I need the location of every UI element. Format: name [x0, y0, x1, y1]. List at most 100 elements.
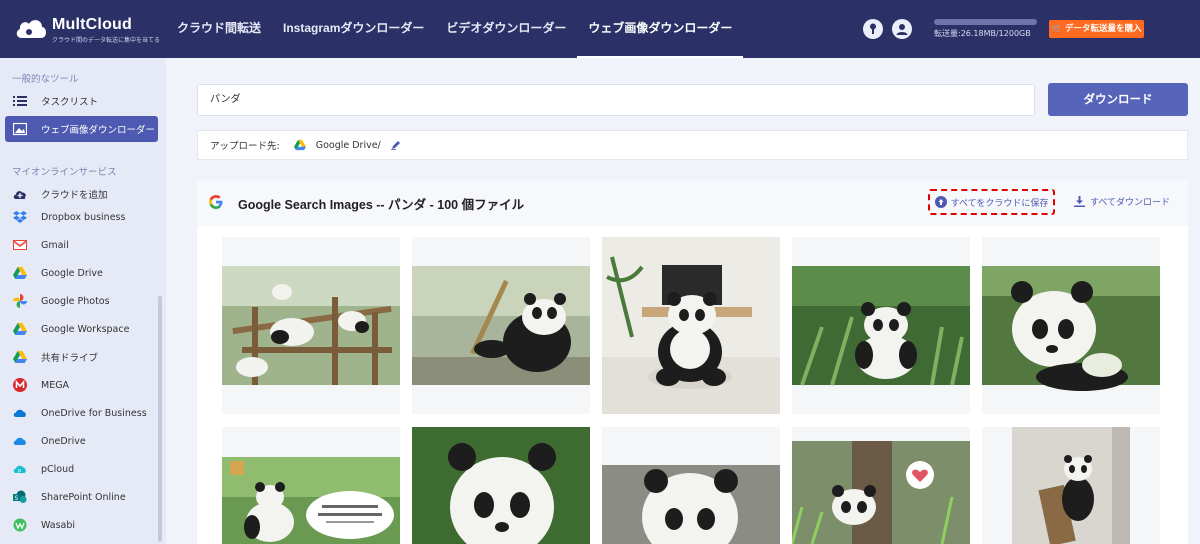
panda-photo	[792, 266, 970, 386]
sidebar-item-label: タスクリスト	[41, 97, 99, 108]
search-input[interactable]: パンダ	[197, 84, 1035, 116]
sidebar-item-sharepoint[interactable]: S SharePoint Online	[5, 484, 158, 510]
sidebar-item-label: クラウドを追加	[41, 190, 108, 201]
sidebar: 一般的なツール タスクリスト ウェブ画像ダウンローダー マイオンラインサービス …	[0, 58, 166, 544]
user-avatar-icon[interactable]	[892, 19, 912, 39]
image-card[interactable]	[222, 427, 400, 544]
save-all-to-cloud-button[interactable]: すべてをクラウドに保存	[928, 189, 1055, 215]
svg-text:p: p	[18, 468, 21, 474]
cloud-upload-icon	[934, 196, 947, 208]
nav-cloud-transfer[interactable]: クラウド間転送	[166, 0, 272, 58]
image-card[interactable]	[792, 237, 970, 414]
edit-pencil-icon[interactable]	[390, 140, 401, 150]
google-workspace-icon	[13, 322, 27, 336]
google-drive-icon	[13, 266, 27, 280]
sidebar-item-label: Wasabi	[41, 519, 76, 531]
image-card[interactable]	[982, 427, 1160, 544]
usage-text: 転送量:26.18MB/1200GB	[934, 29, 1031, 38]
onedrive-icon	[13, 434, 27, 448]
google-drive-icon	[293, 139, 306, 151]
top-header: MultCloud クラウド間のデータ転送に集中を当てる クラウド間転送 Ins…	[0, 0, 1200, 58]
dropbox-icon	[13, 210, 27, 224]
google-photos-icon	[13, 294, 27, 308]
nav-web-image-downloader[interactable]: ウェブ画像ダウンローダー	[577, 0, 744, 58]
usage-progress-bar	[934, 19, 1037, 25]
nav-video-downloader[interactable]: ビデオダウンローダー	[435, 0, 577, 58]
google-g-icon	[209, 195, 223, 209]
sidebar-item-label: Google Photos	[41, 295, 110, 307]
sidebar-item-label: OneDrive for Business	[41, 407, 147, 419]
download-all-label: すべてダウンロード	[1090, 198, 1171, 208]
panda-photo	[222, 457, 400, 544]
logo-cloud-icon	[16, 20, 46, 38]
image-card[interactable]	[602, 427, 780, 544]
results-title: Google Search Images -- パンダ - 100 個ファイル	[238, 198, 525, 212]
sidebar-item-wasabi[interactable]: Wasabi	[5, 512, 158, 538]
sidebar-item-task-list[interactable]: タスクリスト	[5, 88, 158, 114]
shared-drive-icon	[13, 350, 27, 364]
panda-photo	[602, 237, 780, 414]
svg-text:S: S	[15, 495, 19, 502]
panda-photo	[602, 465, 780, 544]
results-header: Google Search Images -- パンダ - 100 個ファイル …	[197, 180, 1188, 226]
help-icon[interactable]	[863, 19, 883, 39]
sidebar-scrollbar[interactable]	[158, 296, 162, 542]
list-icon	[13, 94, 27, 108]
cloud-add-icon	[13, 187, 27, 201]
sidebar-item-google-drive[interactable]: Google Drive	[5, 260, 158, 286]
sidebar-item-pcloud[interactable]: p pCloud	[5, 456, 158, 482]
mega-icon	[13, 378, 27, 392]
upload-target-path[interactable]: Google Drive/	[316, 140, 381, 151]
sidebar-item-web-image-downloader[interactable]: ウェブ画像ダウンローダー	[5, 116, 158, 142]
pcloud-icon: p	[13, 462, 27, 476]
download-button[interactable]: ダウンロード	[1048, 83, 1188, 116]
panda-photo	[982, 266, 1160, 391]
sidebar-item-gmail[interactable]: Gmail	[5, 232, 158, 258]
panda-photo	[412, 266, 590, 385]
download-icon	[1074, 196, 1085, 207]
sidebar-item-label: Google Workspace	[41, 323, 130, 335]
cart-icon: 🛒	[1051, 24, 1066, 34]
sidebar-item-dropbox-business[interactable]: Dropbox business	[5, 204, 158, 230]
image-card[interactable]	[412, 237, 590, 414]
wasabi-icon	[13, 518, 27, 532]
section-title-tools: 一般的なツール	[12, 74, 79, 85]
buy-transfer-button[interactable]: 🛒 データ転送量を購入	[1049, 20, 1144, 38]
sidebar-item-onedrive[interactable]: OneDrive	[5, 428, 158, 454]
onedrive-business-icon	[13, 406, 27, 420]
sharepoint-icon: S	[13, 490, 27, 504]
sidebar-item-label: pCloud	[41, 463, 75, 475]
transfer-usage: 転送量:26.18MB/1200GB	[934, 19, 1037, 39]
sidebar-item-onedrive-business[interactable]: OneDrive for Business	[5, 400, 158, 426]
sidebar-item-label: Dropbox business	[41, 211, 126, 223]
image-icon	[12, 122, 28, 136]
sidebar-item-label: Google Drive	[41, 267, 103, 279]
image-card[interactable]	[982, 237, 1160, 414]
panda-photo	[1012, 427, 1130, 544]
image-card[interactable]	[222, 237, 400, 414]
nav-instagram-downloader[interactable]: Instagramダウンローダー	[272, 0, 435, 58]
sidebar-item-label: Gmail	[41, 239, 69, 251]
sidebar-item-google-workspace[interactable]: Google Workspace	[5, 316, 158, 342]
logo-name: MultCloud	[52, 16, 132, 33]
section-title-services: マイオンラインサービス	[12, 167, 117, 178]
panda-photo	[792, 441, 970, 544]
image-card[interactable]	[412, 427, 590, 544]
panda-photo	[412, 427, 590, 544]
upload-destination-bar: アップロード先: Google Drive/	[197, 130, 1188, 160]
image-card[interactable]	[602, 237, 780, 414]
sidebar-item-google-photos[interactable]: Google Photos	[5, 288, 158, 314]
panda-photo	[222, 266, 400, 385]
sidebar-item-label: ウェブ画像ダウンローダー	[41, 125, 156, 136]
sidebar-item-label: MEGA	[41, 379, 70, 391]
sidebar-item-mega[interactable]: MEGA	[5, 372, 158, 398]
buy-button-label: データ転送量を購入	[1065, 24, 1142, 34]
download-all-button[interactable]: すべてダウンロード	[1074, 195, 1170, 208]
image-card[interactable]	[792, 427, 970, 544]
sidebar-item-shared-drive[interactable]: 共有ドライブ	[5, 344, 158, 370]
save-all-label: すべてをクラウドに保存	[950, 198, 1049, 209]
gmail-icon	[13, 238, 27, 252]
sidebar-item-label: OneDrive	[41, 435, 86, 447]
main-nav: クラウド間転送 Instagramダウンローダー ビデオダウンローダー ウェブ画…	[166, 0, 744, 58]
multcloud-logo[interactable]: MultCloud クラウド間のデータ転送に集中を当てる	[14, 14, 164, 44]
